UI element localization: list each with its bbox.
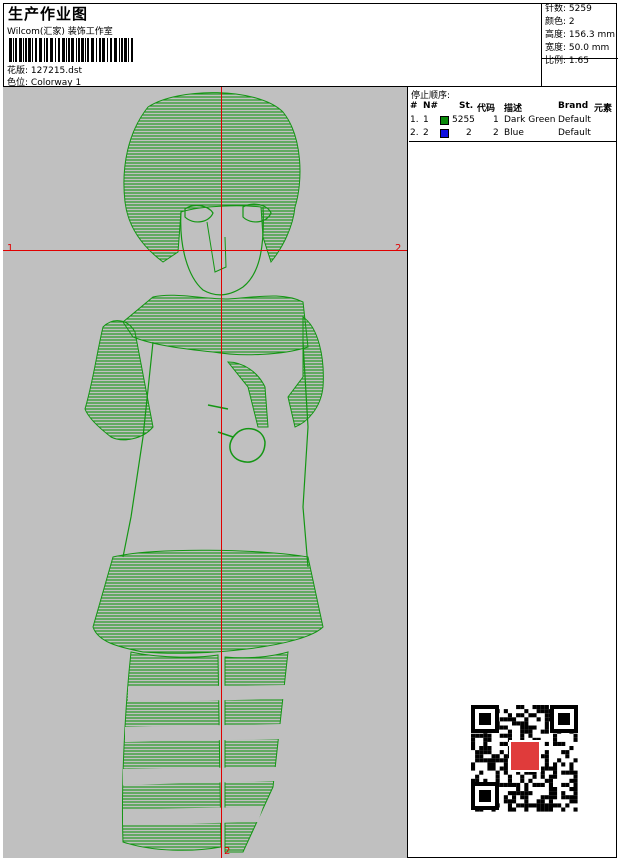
design-width: 宽度: 50.0 mm xyxy=(545,43,610,53)
row-brand: Default xyxy=(558,128,591,138)
col-description: 描述 xyxy=(504,104,523,114)
row-description: Blue xyxy=(504,128,524,138)
sequence-row[interactable]: 2. 2 2 2 Blue Default xyxy=(409,128,617,140)
sequence-header: # N# St. 代码 描述 Brand 元素 xyxy=(409,101,617,114)
axis-label-right: 2 xyxy=(395,243,402,254)
hair-stitches xyxy=(123,92,301,264)
embroidery-preview xyxy=(84,92,324,853)
center-line-vertical xyxy=(221,87,222,858)
color-swatch-blue xyxy=(440,129,449,138)
page-title: 生产作业图 xyxy=(8,5,89,23)
axis-label-left: 1 xyxy=(7,243,14,254)
header: 生产作业图 Wilcom(汇家) 装饰工作室 花版: 127215.dst 色位… xyxy=(3,3,618,88)
stop-sequence-title: 停止顺序: xyxy=(411,91,451,101)
row-needle: 1 xyxy=(423,115,429,125)
col-stitches: St. xyxy=(459,101,474,111)
col-index: # xyxy=(410,101,418,111)
row-code: 2 xyxy=(493,128,499,138)
stop-sequence-panel: 停止顺序: # N# St. 代码 描述 Brand 元素 1. 1 5255 … xyxy=(409,87,617,142)
sequence-row[interactable]: 1. 1 5255 1 Dark Green Default xyxy=(409,115,617,127)
barcode xyxy=(9,38,133,62)
row-index: 2. xyxy=(410,128,419,138)
stitch-count: 针数: 5259 xyxy=(545,4,592,14)
qr-code-watermark xyxy=(468,703,581,813)
stats-box: 针数: 5259 颜色: 2 高度: 156.3 mm 宽度: 50.0 mm … xyxy=(541,3,618,87)
nose-line xyxy=(206,221,227,273)
center-line-horizontal xyxy=(3,250,407,251)
row-brand: Default xyxy=(558,115,591,125)
camera-strap xyxy=(226,361,269,428)
design-height: 高度: 156.3 mm xyxy=(545,30,616,40)
stats-divider xyxy=(542,58,618,59)
col-element: 元素 xyxy=(594,104,613,114)
axis-label-bottom: 2 xyxy=(224,846,231,857)
row-stitches: 5255 xyxy=(452,115,475,125)
collar-stitches xyxy=(122,294,309,356)
col-code: 代码 xyxy=(477,104,496,114)
design-canvas[interactable]: 1 2 2 xyxy=(3,87,408,858)
row-code: 1 xyxy=(493,115,499,125)
skirt-stitches xyxy=(92,549,324,654)
col-brand: Brand xyxy=(558,101,589,111)
col-needle: N# xyxy=(423,101,439,111)
studio-subtitle: Wilcom(汇家) 装饰工作室 xyxy=(7,27,113,37)
row-index: 1. xyxy=(410,115,419,125)
row-needle: 2 xyxy=(423,128,429,138)
design-scale: 比例: 1.65 xyxy=(545,56,589,66)
row-description: Dark Green xyxy=(504,115,556,125)
row-stitches: 2 xyxy=(466,128,472,138)
color-swatch-green xyxy=(440,116,449,125)
torso-outline xyxy=(122,341,309,568)
color-count: 颜色: 2 xyxy=(545,17,575,27)
